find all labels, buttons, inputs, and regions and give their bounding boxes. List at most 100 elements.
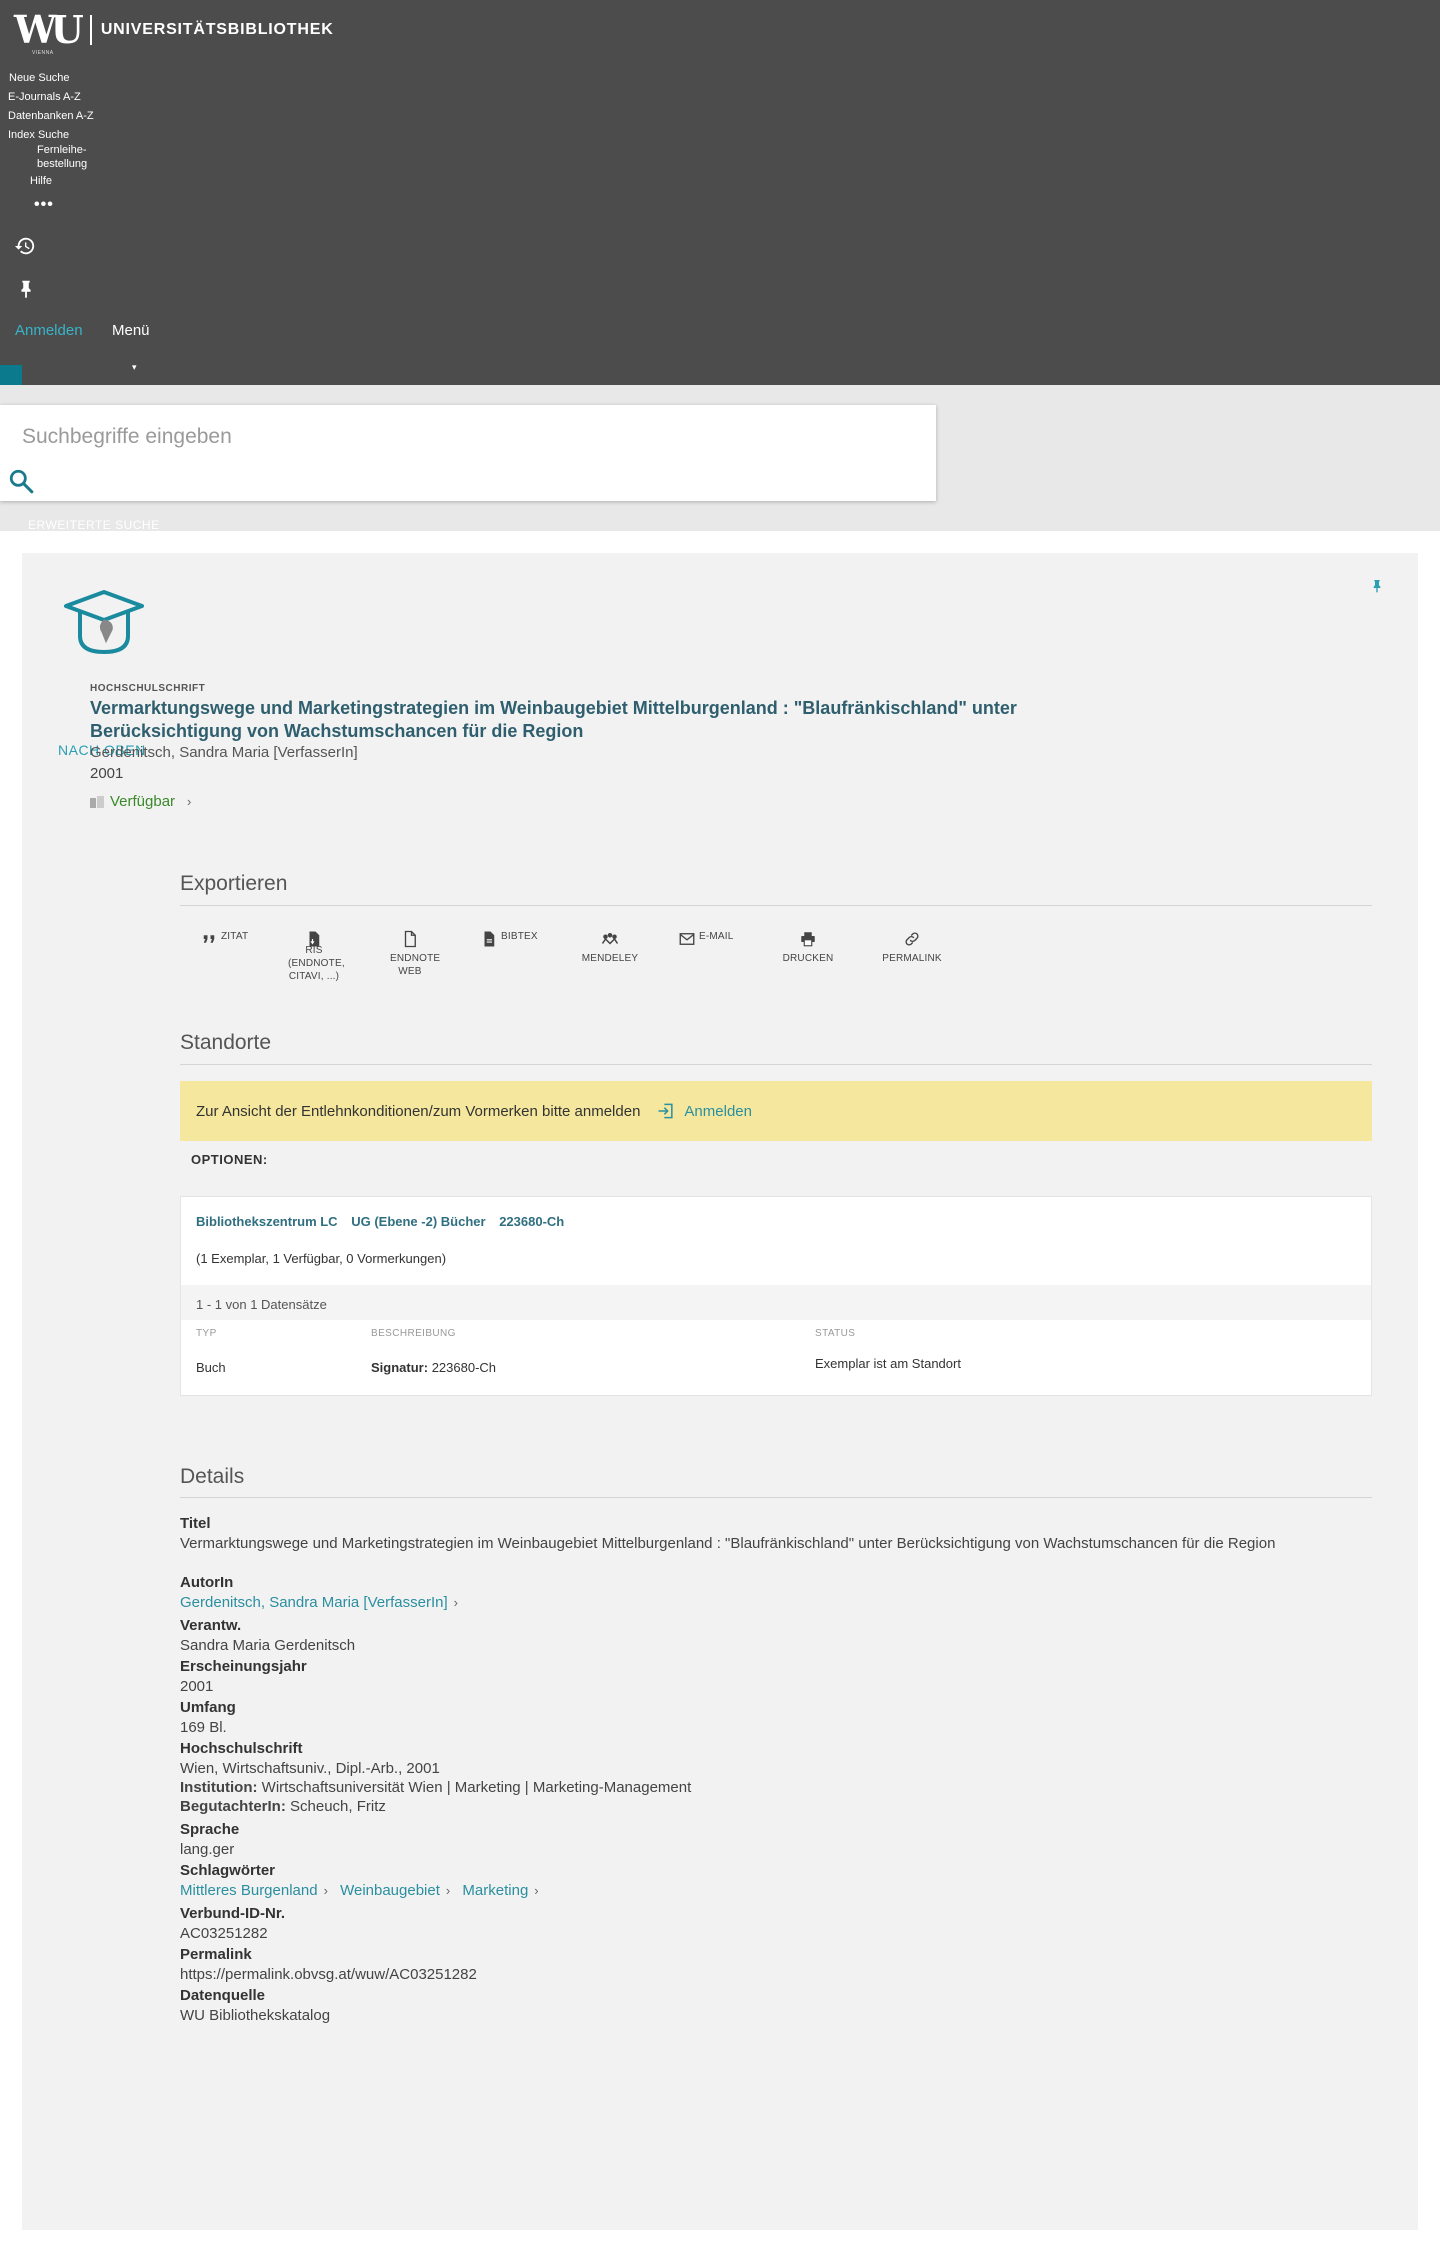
nav-interlibrary-loan[interactable]: Fernleihe-bestellung	[37, 143, 107, 171]
pin-record-icon[interactable]	[1369, 576, 1385, 596]
search-box	[0, 405, 936, 501]
export-print-button[interactable]: DRUCKEN	[780, 930, 836, 965]
search-icon[interactable]	[8, 468, 34, 494]
export-label: BIBTEX	[501, 931, 538, 942]
wu-logo[interactable]: WU VIENNA UNIVERSITÄTSBIBLIOTHEK	[14, 10, 334, 57]
nav-ejournals[interactable]: E-Journals A-Z	[8, 91, 81, 103]
pin-icon[interactable]	[15, 278, 37, 300]
detail-thesis-label: Hochschulschrift	[180, 1740, 303, 1757]
holdings-range: 1 - 1 von 1 Datensätze	[196, 1297, 327, 1312]
detail-source-label: Datenquelle	[180, 1987, 266, 2004]
column-header-description: BESCHREIBUNG	[371, 1328, 456, 1339]
subject-link[interactable]: Marketing	[462, 1882, 528, 1899]
detail-thesis-value: Wien, Wirtschaftsuniv., Dipl.-Arb., 2001	[180, 1760, 440, 1777]
detail-language-value: lang.ger	[180, 1841, 235, 1858]
detail-responsibility-value: Sandra Maria Gerdenitsch	[180, 1637, 356, 1654]
shelf-name: UG (Ebene -2) Bücher	[351, 1214, 486, 1229]
detail-permalink-value: https://permalink.obvsg.at/wuw/AC0325128…	[180, 1966, 477, 1983]
item-type: Buch	[196, 1360, 226, 1375]
banner-login-label: Anmelden	[684, 1102, 752, 1120]
export-section-title: Exportieren	[180, 872, 288, 895]
column-header-status: STATUS	[815, 1328, 856, 1339]
detail-source-value: WU Bibliothekskatalog	[180, 2007, 331, 2024]
chevron-right-icon: ›	[534, 1883, 539, 1898]
export-mendeley-button[interactable]: MENDELEY	[578, 930, 642, 965]
mendeley-icon	[601, 933, 619, 945]
library-name: Bibliothekszentrum LC	[196, 1214, 338, 1229]
signature-value: 223680-Ch	[431, 1360, 497, 1375]
chevron-right-icon: ›	[453, 1595, 458, 1610]
logo-divider	[89, 15, 92, 45]
site-header: WU VIENNA UNIVERSITÄTSBIBLIOTHEK Neue Su…	[0, 0, 1440, 385]
export-permalink-button[interactable]: PERMALINK	[880, 930, 944, 965]
logo-subtitle: VIENNA	[32, 50, 54, 56]
history-icon[interactable]	[14, 235, 36, 257]
reviewer-label: BegutachterIn:	[180, 1798, 286, 1815]
thesis-type-icon	[64, 590, 144, 655]
record-title[interactable]: Vermarktungswege und Marketingstrategien…	[90, 697, 1130, 743]
nav-index-search[interactable]: Index Suche	[8, 129, 69, 141]
export-citation-button[interactable]: ZITAT	[200, 930, 248, 948]
export-label: ENDNOTE WEB	[390, 953, 441, 977]
quote-icon	[203, 935, 215, 943]
item-description: Signatur: 223680-Ch	[371, 1360, 496, 1375]
author-link-text: Gerdenitsch, Sandra Maria [VerfasserIn]	[180, 1594, 448, 1611]
availability-link[interactable]: Verfügbar ›	[90, 793, 199, 810]
subject-link[interactable]: Mittleres Burgenland	[180, 1882, 318, 1899]
advanced-search-link[interactable]: ERWEITERTE SUCHE	[28, 518, 160, 532]
detail-extent-label: Umfang	[180, 1699, 236, 1716]
detail-responsibility-label: Verantw.	[180, 1617, 242, 1634]
detail-institution: Institution: Wirtschaftsuniversität Wien…	[180, 1778, 691, 1797]
detail-language-label: Sprache	[180, 1821, 240, 1838]
bibtex-file-icon	[484, 931, 495, 947]
holdings-range-bar	[181, 1285, 1371, 1320]
column-header-type: TYP	[196, 1328, 217, 1339]
nav-new-search[interactable]: Neue Suche	[9, 72, 70, 84]
print-icon	[801, 932, 815, 947]
subject-link[interactable]: Weinbaugebiet	[340, 1882, 440, 1899]
record-author: Gerdenitsch, Sandra Maria [VerfasserIn]	[90, 744, 358, 761]
detail-year-label: Erscheinungsjahr	[180, 1658, 307, 1675]
chevron-right-icon: ›	[323, 1883, 328, 1898]
book-location-icon	[90, 795, 104, 808]
call-number: 223680-Ch	[499, 1214, 565, 1229]
detail-author-link[interactable]: Gerdenitsch, Sandra Maria [VerfasserIn] ›	[180, 1593, 466, 1612]
options-label: OPTIONEN:	[191, 1152, 268, 1167]
detail-permalink-label: Permalink	[180, 1946, 252, 1963]
detail-network-id-value: AC03251282	[180, 1925, 268, 1942]
login-link[interactable]: Anmelden	[15, 322, 83, 339]
nav-databases[interactable]: Datenbanken A-Z	[8, 110, 94, 122]
chevron-right-icon: ›	[187, 794, 192, 809]
export-label: ZITAT	[221, 931, 249, 942]
detail-reviewer: BegutachterIn: Scheuch, Fritz	[180, 1797, 386, 1816]
holdings-panel: Bibliothekszentrum LC UG (Ebene -2) Büch…	[180, 1196, 1372, 1396]
record-type: HOCHSCHULSCHRIFT	[90, 683, 206, 694]
banner-login-button[interactable]: Anmelden	[656, 1101, 752, 1121]
record-year: 2001	[90, 765, 124, 782]
email-icon	[679, 933, 695, 945]
login-notice-banner: Zur Ansicht der Entlehnkonditionen/zum V…	[180, 1081, 1372, 1141]
dropdown-caret-icon[interactable]: ▾	[132, 362, 137, 373]
export-ris-button[interactable]: RIS (ENDNOTE, CITAVI, ...)	[288, 930, 345, 983]
export-bibtex-button[interactable]: BIBTEX	[480, 930, 538, 948]
institution-value: Wirtschaftsuniversität Wien | Marketing …	[261, 1779, 692, 1796]
availability-label: Verfügbar	[110, 793, 176, 810]
detail-network-id-label: Verbund-ID-Nr.	[180, 1905, 286, 1922]
chevron-right-icon: ›	[445, 1883, 451, 1898]
export-label: E-MAIL	[699, 931, 734, 942]
export-email-button[interactable]: E-MAIL	[678, 930, 734, 948]
export-endnote-button[interactable]: ENDNOTE WEB	[380, 930, 440, 978]
more-icon[interactable]: •••	[34, 196, 54, 214]
detail-subjects: Mittleres Burgenland › Weinbaugebiet › Mar…	[180, 1881, 547, 1900]
menu-link[interactable]: Menü	[112, 322, 150, 339]
nav-help[interactable]: Hilfe	[30, 175, 52, 187]
endnote-file-icon	[404, 930, 416, 948]
divider	[180, 1064, 1372, 1065]
holding-location[interactable]: Bibliothekszentrum LC UG (Ebene -2) Büch…	[196, 1214, 574, 1229]
detail-year-value: 2001	[180, 1678, 214, 1695]
divider	[180, 1497, 1372, 1498]
item-status: Exemplar ist am Standort	[815, 1356, 961, 1371]
export-label: RIS (ENDNOTE, CITAVI, ...)	[288, 945, 345, 982]
divider	[180, 905, 1372, 906]
search-input[interactable]	[22, 425, 902, 449]
